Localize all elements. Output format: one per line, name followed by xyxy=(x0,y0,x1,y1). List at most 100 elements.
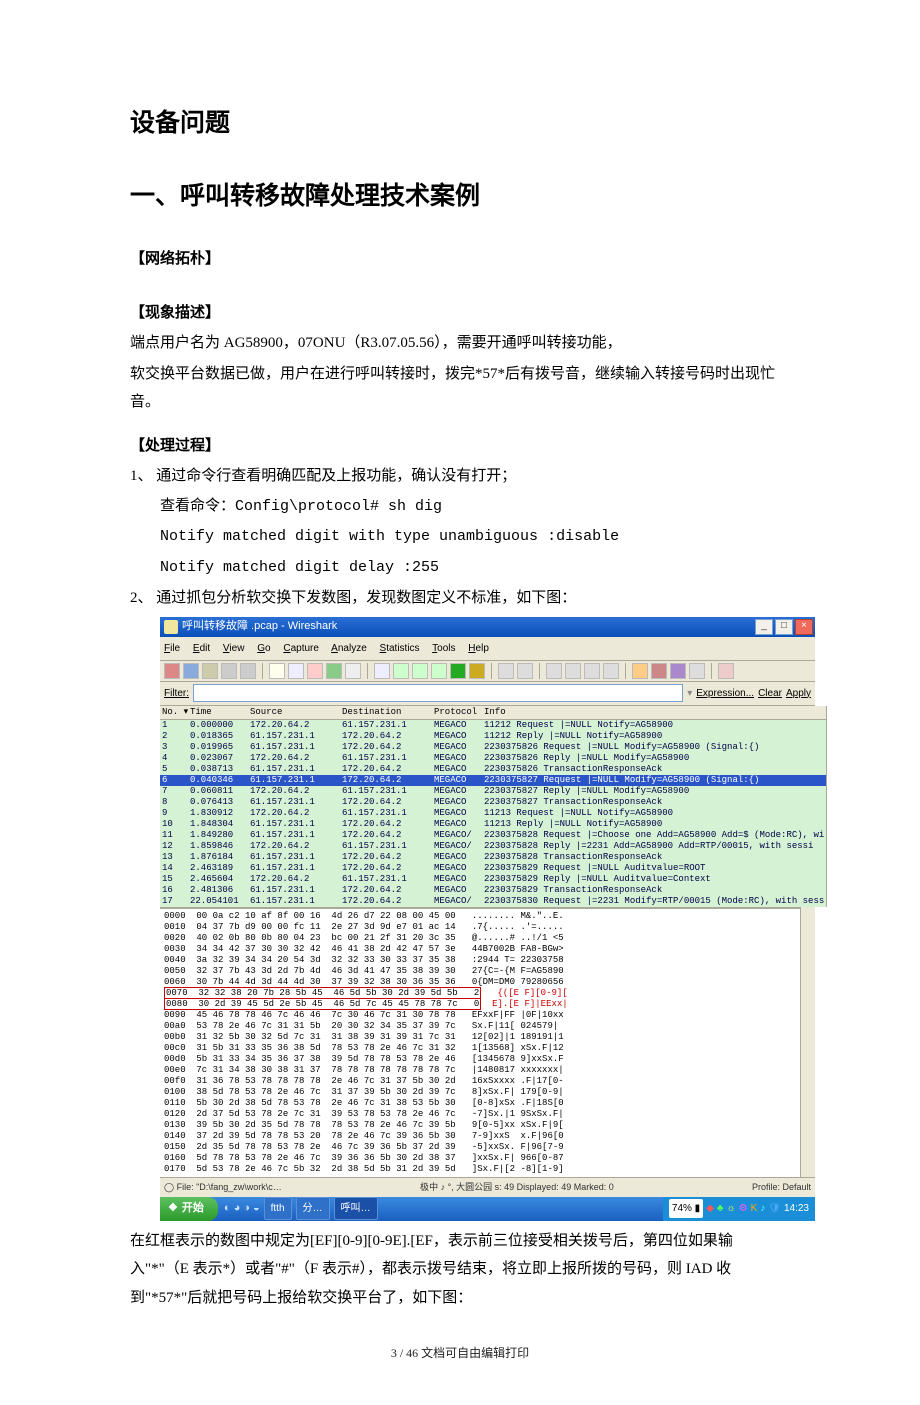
filter-apply[interactable]: Apply xyxy=(786,684,811,703)
tb-icon[interactable] xyxy=(517,663,533,679)
wireshark-title: 呼叫转移故障 .pcap - Wireshark xyxy=(182,616,337,637)
task-button-active[interactable]: 呼叫… xyxy=(334,1197,378,1220)
max-button[interactable]: □ xyxy=(775,619,793,635)
tb-help-icon[interactable] xyxy=(718,663,734,679)
wireshark-toolbar[interactable] xyxy=(160,661,815,682)
wireshark-filterbar: Filter: ▾ Expression... Clear Apply xyxy=(160,682,815,706)
tb-icon[interactable] xyxy=(202,663,218,679)
packet-row[interactable]: 131.87618461.157.231.1172.20.64.2MEGACO2… xyxy=(160,852,826,863)
filter-expression[interactable]: Expression... xyxy=(696,684,754,703)
tb-goto-icon[interactable] xyxy=(431,663,447,679)
wireshark-titlebar: 呼叫转移故障 .pcap - Wireshark _ □ × xyxy=(160,617,815,637)
tb-last-icon[interactable] xyxy=(469,663,485,679)
tray-icon: ☼ xyxy=(726,1199,735,1218)
col-no[interactable]: No. ▾ xyxy=(162,707,190,718)
wireshark-screenshot: 呼叫转移故障 .pcap - Wireshark _ □ × File Edit… xyxy=(160,617,815,1221)
tb-close-icon[interactable] xyxy=(307,663,323,679)
proc-output1: Notify matched digit with type unambiguo… xyxy=(130,523,790,552)
tb-zoom1-icon[interactable] xyxy=(584,663,600,679)
tb-save-icon[interactable] xyxy=(288,663,304,679)
tb-icon[interactable] xyxy=(689,663,705,679)
tb-icon[interactable] xyxy=(632,663,648,679)
tb-first-icon[interactable] xyxy=(450,663,466,679)
tb-icon[interactable] xyxy=(221,663,237,679)
tb-reload-icon[interactable] xyxy=(326,663,342,679)
filter-clear[interactable]: Clear xyxy=(758,684,782,703)
start-button[interactable]: ❖ 开始 xyxy=(160,1197,218,1221)
tb-zoomin-icon[interactable] xyxy=(546,663,562,679)
tray-icon: K xyxy=(751,1199,758,1218)
tb-fwd-icon[interactable] xyxy=(412,663,428,679)
packet-row[interactable]: 10.000000172.20.64.261.157.231.1MEGACO11… xyxy=(160,720,826,731)
tb-open-icon[interactable] xyxy=(269,663,285,679)
packet-row[interactable]: 121.859846172.20.64.261.157.231.1MEGACO/… xyxy=(160,841,826,852)
menu-edit[interactable]: Edit xyxy=(193,643,210,654)
tb-zoomout-icon[interactable] xyxy=(565,663,581,679)
packet-list[interactable]: No. ▾ Time Source Destination Protocol I… xyxy=(160,706,826,907)
windows-icon: ❖ xyxy=(168,1198,178,1219)
filter-label: Filter: xyxy=(164,684,189,703)
col-time[interactable]: Time xyxy=(190,707,250,718)
min-button[interactable]: _ xyxy=(755,619,773,635)
wireshark-statusbar: ◯ File: "D:\fang_zw\work\c… 极中 ♪ °, 大圆公园… xyxy=(160,1177,815,1197)
col-dest[interactable]: Destination xyxy=(342,707,434,718)
heading-case: 一、呼叫转移故障处理技术案例 xyxy=(130,173,790,221)
packet-row[interactable]: 40.023067172.20.64.261.157.231.1MEGACO22… xyxy=(160,753,826,764)
packet-row[interactable]: 162.48130661.157.231.1172.20.64.2MEGACO2… xyxy=(160,885,826,896)
packet-row[interactable]: 101.84830461.157.231.1172.20.64.2MEGACO1… xyxy=(160,819,826,830)
tb-icon[interactable] xyxy=(183,663,199,679)
proc-step2: 2、 通过抓包分析软交换下发数图，发现数图定义不标准，如下图： xyxy=(130,584,790,613)
hex-pane[interactable]: 0000 00 0a c2 10 af 8f 00 16 4d 26 d7 22… xyxy=(160,907,800,1177)
packet-row[interactable]: 30.01996561.157.231.1172.20.64.2MEGACO22… xyxy=(160,742,826,753)
section-topology: 【网络拓朴】 xyxy=(130,245,790,274)
packet-row[interactable]: 80.07641361.157.231.1172.20.64.2MEGACO22… xyxy=(160,797,826,808)
wireshark-menubar[interactable]: File Edit View Go Capture Analyze Statis… xyxy=(160,637,815,661)
packet-row[interactable]: 20.01836561.157.231.1172.20.64.2MEGACO11… xyxy=(160,731,826,742)
tb-icon[interactable] xyxy=(164,663,180,679)
tray-icon: ◆ xyxy=(706,1199,714,1218)
menu-capture[interactable]: Capture xyxy=(283,643,319,654)
tray-icon: ♪ xyxy=(760,1199,765,1218)
tray-icon: 🛡 xyxy=(768,1199,781,1218)
tb-back-icon[interactable] xyxy=(393,663,409,679)
explanation-para: 在红框表示的数图中规定为[EF][0-9][0-9E].[EF，表示前三位接受相… xyxy=(130,1227,790,1313)
col-info[interactable]: Info xyxy=(484,707,824,718)
col-proto[interactable]: Protocol xyxy=(434,707,484,718)
page-footer: 3 / 46 文档可自由编辑打印 xyxy=(130,1342,790,1365)
packet-header-row[interactable]: No. ▾ Time Source Destination Protocol I… xyxy=(160,706,826,720)
packet-row[interactable]: 111.84928061.157.231.1172.20.64.2MEGACO/… xyxy=(160,830,826,841)
task-button[interactable]: ftth xyxy=(264,1197,292,1220)
tb-icon[interactable] xyxy=(240,663,256,679)
menu-analyze[interactable]: Analyze xyxy=(331,643,367,654)
menu-file[interactable]: File xyxy=(164,643,180,654)
packet-row[interactable]: 70.060811172.20.64.261.157.231.1MEGACO22… xyxy=(160,786,826,797)
close-button[interactable]: × xyxy=(795,619,813,635)
menu-go[interactable]: Go xyxy=(257,643,270,654)
filter-input[interactable] xyxy=(193,684,683,702)
menu-statistics[interactable]: Statistics xyxy=(380,643,420,654)
desc-line1: 端点用户名为 AG58900，07ONU（R3.07.05.56），需要开通呼叫… xyxy=(130,329,790,358)
menu-view[interactable]: View xyxy=(223,643,245,654)
system-tray[interactable]: 74% ▮ ◆ ♣ ☼ ⚙ K ♪ 🛡 14:23 xyxy=(663,1197,815,1221)
task-button[interactable]: 分… xyxy=(296,1197,330,1220)
packet-row[interactable]: 50.03871361.157.231.1172.20.64.2MEGACO22… xyxy=(160,764,826,775)
packet-row[interactable]: 91.830912172.20.64.261.157.231.1MEGACO11… xyxy=(160,808,826,819)
tb-icon[interactable] xyxy=(651,663,667,679)
proc-cmd: 查看命令：Config\protocol# sh dig xyxy=(130,493,790,522)
col-source[interactable]: Source xyxy=(250,707,342,718)
tray-icon: ⚙ xyxy=(739,1199,748,1218)
tb-icon[interactable] xyxy=(670,663,686,679)
tb-print-icon[interactable] xyxy=(345,663,361,679)
packet-row[interactable]: 1722.05410161.157.231.1172.20.64.2MEGACO… xyxy=(160,896,826,907)
menu-tools[interactable]: Tools xyxy=(432,643,455,654)
tb-cols-icon[interactable] xyxy=(603,663,619,679)
hex-scrollbar[interactable] xyxy=(800,907,815,1177)
tb-find-icon[interactable] xyxy=(374,663,390,679)
packet-row[interactable]: 60.04034661.157.231.1172.20.64.2MEGACO22… xyxy=(160,775,826,786)
packet-scrollbar[interactable] xyxy=(826,706,827,907)
packet-row[interactable]: 152.465604172.20.64.261.157.231.1MEGACO2… xyxy=(160,874,826,885)
packet-row[interactable]: 142.46318961.157.231.1172.20.64.2MEGACO2… xyxy=(160,863,826,874)
menu-help[interactable]: Help xyxy=(468,643,489,654)
windows-taskbar[interactable]: ❖ 开始 ◐ ◕ ◑ ◒ ftth 分… 呼叫… 74% ▮ ◆ ♣ ☼ ⚙ K… xyxy=(160,1197,815,1221)
tb-icon[interactable] xyxy=(498,663,514,679)
